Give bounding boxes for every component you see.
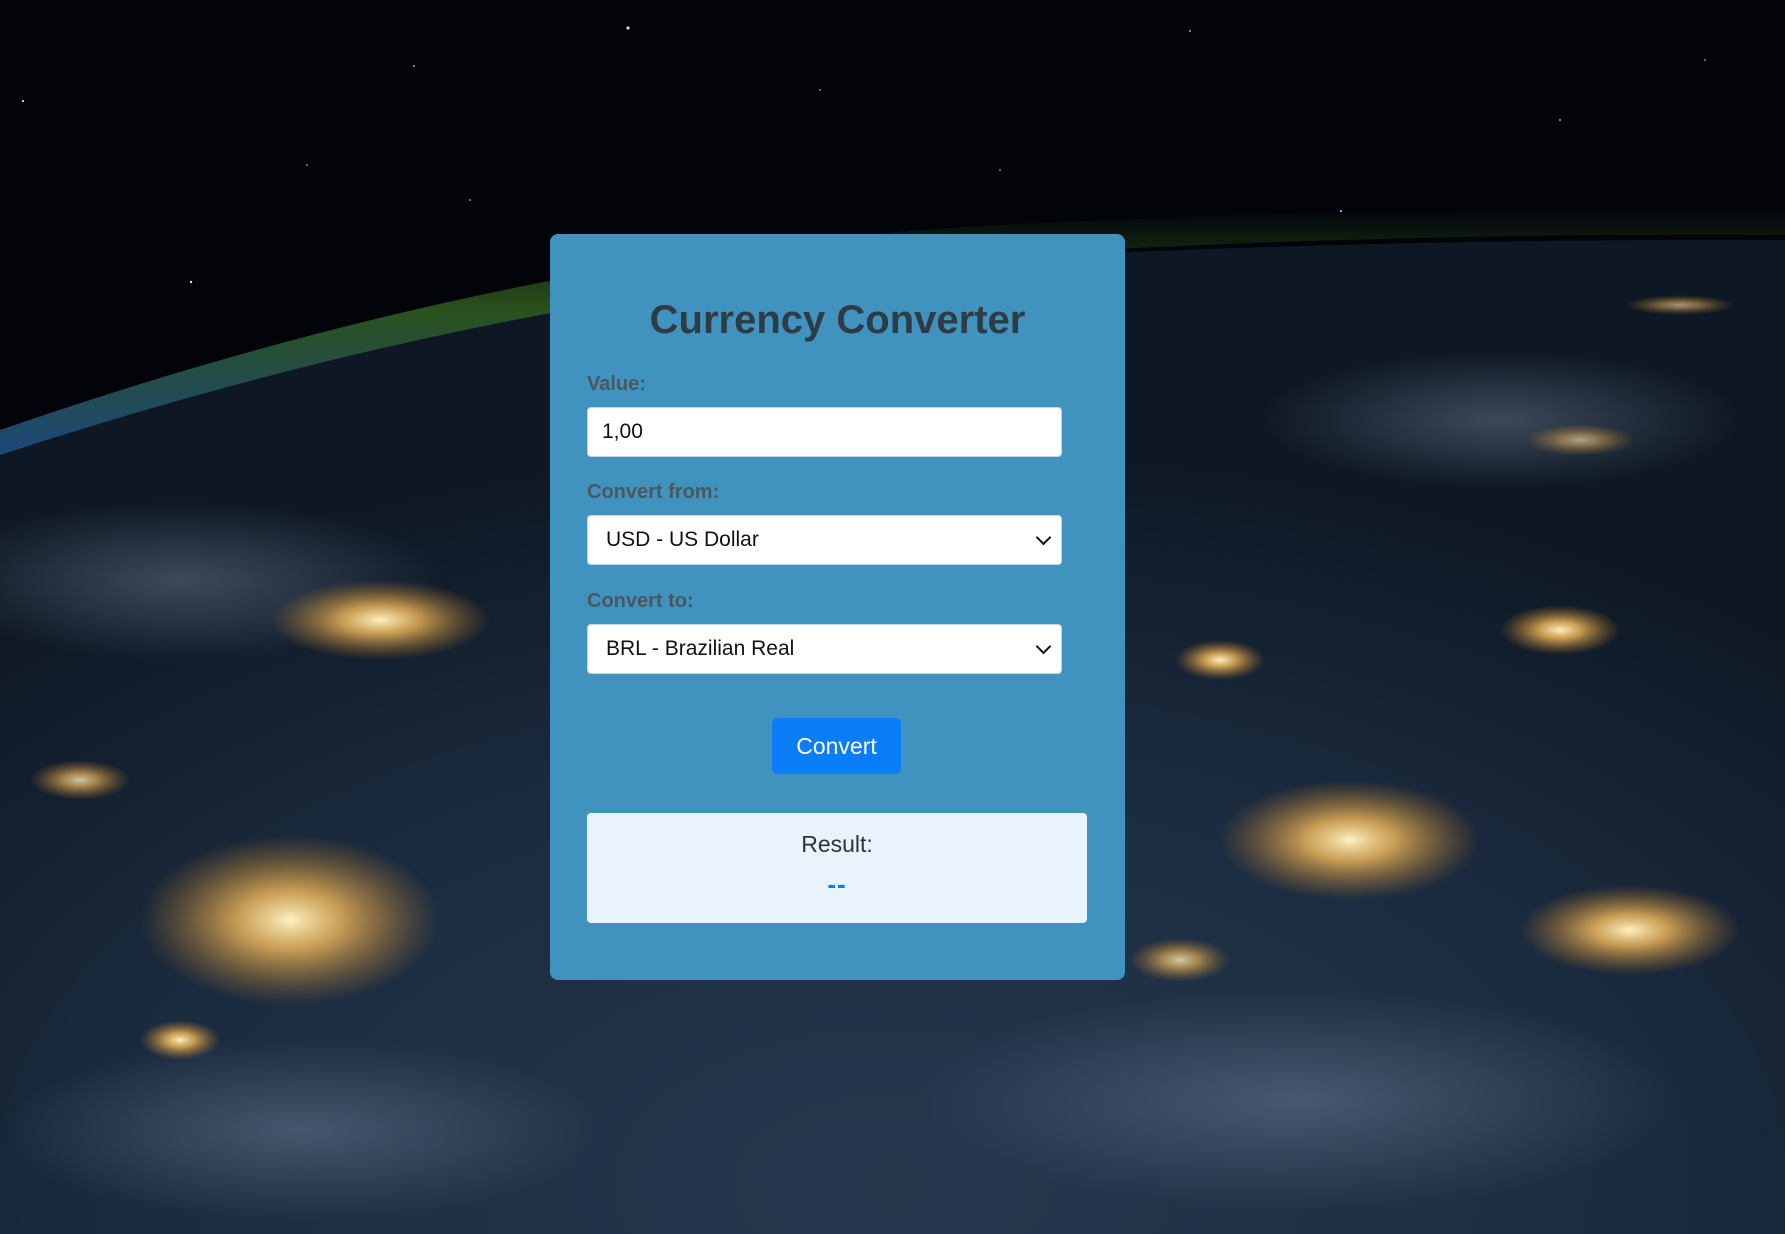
result-label: Result:	[801, 831, 873, 857]
convert-button[interactable]: Convert	[772, 718, 901, 774]
result-value: --	[827, 869, 847, 899]
converter-card: Currency Converter Value: 1,00 Convert f…	[550, 234, 1125, 980]
page: Currency Converter Value: 1,00 Convert f…	[0, 0, 1785, 1234]
convert-to-selected: BRL - Brazilian Real	[606, 637, 795, 660]
convert-to-select[interactable]: BRL - Brazilian Real	[587, 624, 1062, 674]
value-input-text: 1,00	[602, 420, 643, 443]
chevron-down-icon	[1035, 529, 1052, 546]
convert-from-selected: USD - US Dollar	[606, 528, 759, 551]
value-input[interactable]: 1,00	[587, 407, 1062, 457]
chevron-down-icon	[1035, 638, 1052, 655]
convert-to-label: Convert to:	[587, 590, 694, 612]
page-title: Currency Converter	[649, 298, 1026, 342]
convert-from-select[interactable]: USD - US Dollar	[587, 515, 1062, 565]
convert-from-label: Convert from:	[587, 481, 720, 503]
value-label: Value:	[587, 373, 646, 395]
result-panel: Result: --	[587, 813, 1087, 923]
